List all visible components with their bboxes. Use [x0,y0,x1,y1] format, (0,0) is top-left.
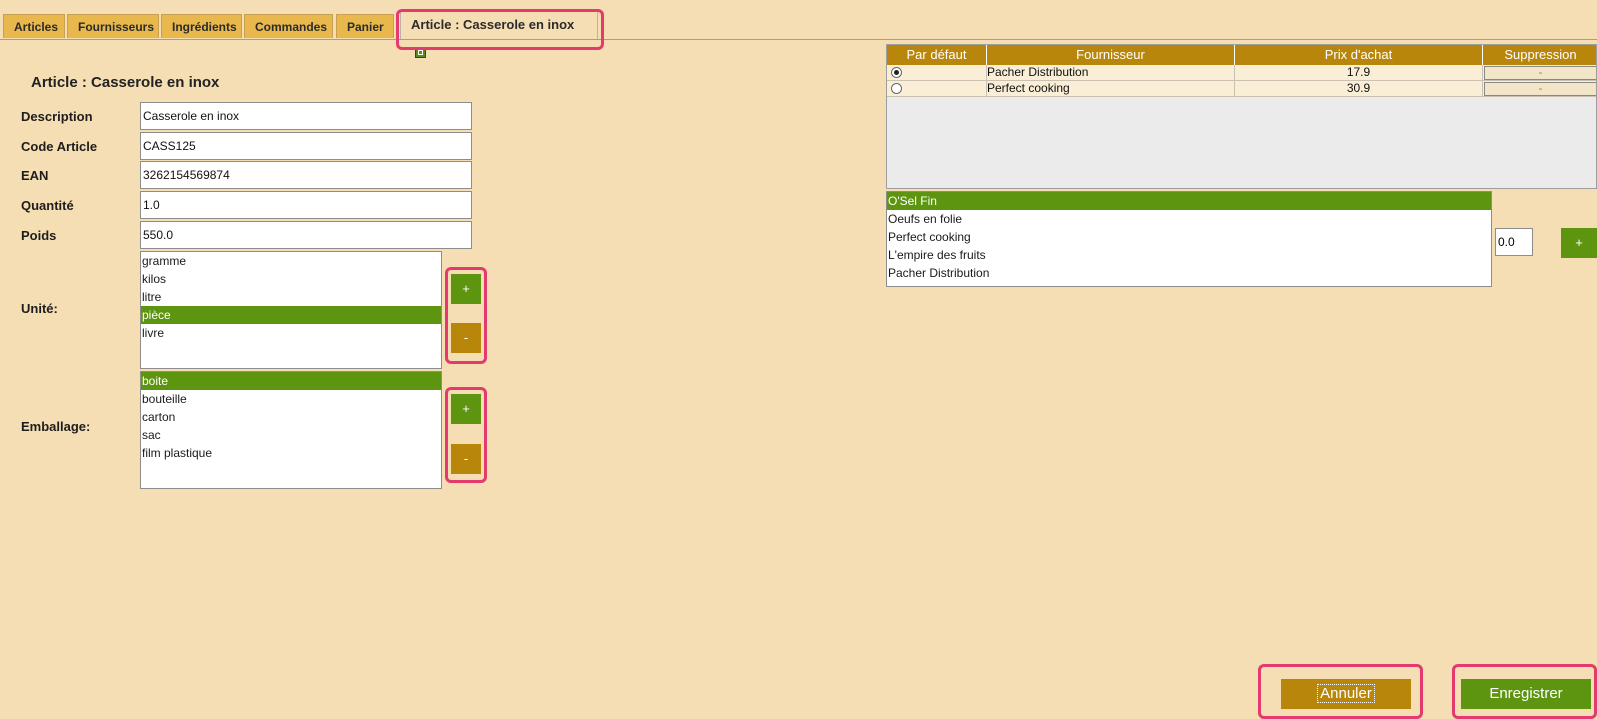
add-unite-button[interactable]: + [451,274,481,304]
tab-panier[interactable]: Panier [336,14,394,38]
default-cell[interactable] [887,81,987,97]
list-item[interactable]: L'empire des fruits [887,246,1491,264]
tab-article-detail-label: Article : Casserole en inox [411,17,575,32]
list-item[interactable]: litre [141,288,441,306]
list-item[interactable]: bouteille [141,390,441,408]
suppliers-table: Par défaut Fournisseur Prix d'achat Supp… [886,44,1597,189]
col-fournisseur[interactable]: Fournisseur [987,45,1235,65]
list-item[interactable]: Pacher Distribution [887,264,1491,282]
list-item[interactable]: sac [141,426,441,444]
list-item[interactable]: carton [141,408,441,426]
table-row: Pacher Distribution 17.9 - [887,65,1596,81]
tab-divider [0,39,1597,40]
cancel-button[interactable]: Annuler [1281,679,1411,709]
ean-field[interactable] [140,161,472,189]
poids-label: Poids [21,228,57,243]
prix-cell[interactable]: 30.9 [1235,81,1483,97]
code-article-label: Code Article [21,139,98,154]
emballage-label: Emballage: [21,419,91,434]
col-prix-achat[interactable]: Prix d'achat [1235,45,1483,65]
fournisseur-cell: Perfect cooking [987,81,1235,97]
supplier-list[interactable]: O'Sel Fin Oeufs en folie Perfect cooking… [886,191,1492,287]
list-item[interactable]: film plastique [141,444,441,462]
add-emballage-button[interactable]: + [451,394,481,424]
radio-unselected-icon[interactable] [891,83,902,94]
save-button[interactable]: Enregistrer [1461,679,1591,709]
table-header: Par défaut Fournisseur Prix d'achat Supp… [887,45,1596,65]
list-item[interactable]: livre [141,324,441,342]
add-supplier-button[interactable]: + [1561,228,1597,258]
list-item-selected[interactable]: boite [141,372,441,390]
prix-cell[interactable]: 17.9 [1235,65,1483,81]
close-tab-icon[interactable] [415,47,426,58]
list-item-selected[interactable]: O'Sel Fin [887,192,1491,210]
list-item[interactable]: Oeufs en folie [887,210,1491,228]
code-article-field[interactable] [140,132,472,160]
tab-bar: Articles Fournisseurs Ingrédients Comman… [0,0,1597,58]
quantite-field[interactable] [140,191,472,219]
quantite-label: Quantité [21,198,74,213]
page-title: Article : Casserole en inox [31,74,220,91]
tab-ingredients[interactable]: Ingrédients [161,14,242,38]
delete-button[interactable]: - [1484,66,1596,80]
remove-unite-button[interactable]: - [451,323,481,353]
delete-cell: - [1483,81,1596,97]
tab-article-detail[interactable]: Article : Casserole en inox [400,10,598,58]
ean-label: EAN [21,168,49,183]
delete-cell: - [1483,65,1596,81]
cancel-button-label: Annuler [1317,684,1375,703]
list-item[interactable]: kilos [141,270,441,288]
tab-articles[interactable]: Articles [3,14,65,38]
radio-selected-icon[interactable] [891,67,902,78]
tab-fournisseurs[interactable]: Fournisseurs [67,14,159,38]
delete-button[interactable]: - [1484,82,1596,96]
col-par-defaut[interactable]: Par défaut [887,45,987,65]
price-input[interactable] [1495,228,1533,256]
col-suppression[interactable]: Suppression [1483,45,1596,65]
remove-emballage-button[interactable]: - [451,444,481,474]
poids-field[interactable] [140,221,472,249]
description-field[interactable] [140,102,472,130]
list-item[interactable]: gramme [141,252,441,270]
fournisseur-cell: Pacher Distribution [987,65,1235,81]
default-cell[interactable] [887,65,987,81]
unite-label: Unité: [21,301,58,316]
emballage-list[interactable]: boite bouteille carton sac film plastiqu… [140,371,442,489]
unite-list[interactable]: gramme kilos litre pièce livre [140,251,442,369]
description-label: Description [21,109,93,124]
list-item-selected[interactable]: pièce [141,306,441,324]
list-item[interactable]: Perfect cooking [887,228,1491,246]
table-row: Perfect cooking 30.9 - [887,81,1596,97]
tab-commandes[interactable]: Commandes [244,14,333,38]
